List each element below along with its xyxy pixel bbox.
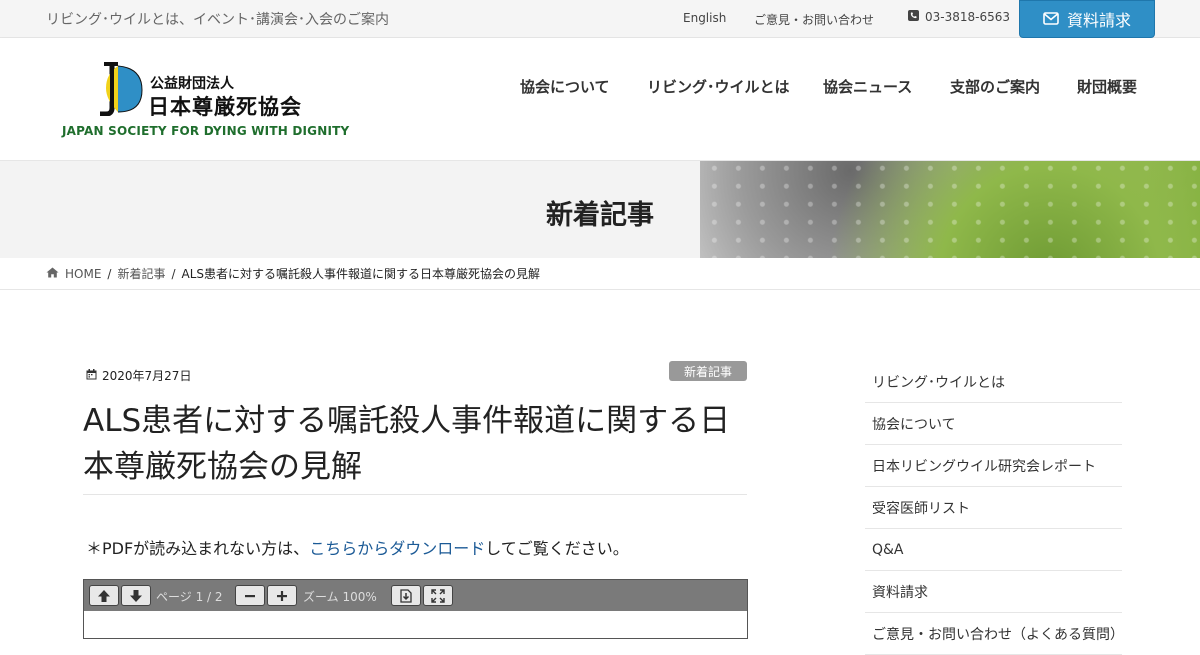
arrow-up-icon (98, 589, 110, 602)
phone-icon (908, 10, 919, 24)
zoom-out-button[interactable] (235, 585, 265, 606)
page-indicator: ページ 1 / 2 (156, 590, 223, 604)
page-hero: 新着記事 (0, 161, 1200, 258)
nav-news[interactable]: 協会ニュース (823, 76, 912, 97)
category-badge[interactable]: 新着記事 (669, 361, 747, 381)
breadcrumb-current: ALS患者に対する嘱託殺人事件報道に関する日本尊厳死協会の見解 (181, 267, 541, 281)
fullscreen-button[interactable] (423, 585, 453, 606)
pdf-toolbar: ページ 1 / 2 ズーム 100% (84, 580, 747, 611)
nav-about[interactable]: 協会について (520, 76, 610, 97)
sidebar-item-doctor-list[interactable]: 受容医師リスト (865, 487, 1122, 529)
logo-name: 日本尊厳死協会 (148, 95, 302, 119)
breadcrumb-separator: / (107, 266, 112, 281)
logo-english-name: JAPAN SOCIETY FOR DYING WITH DIGNITY (62, 124, 350, 138)
request-button-label: 資料請求 (1066, 11, 1131, 30)
sidebar-menu: リビング･ウイルとは 協会について 日本リビングウイル研究会レポート 受容医師リ… (865, 361, 1124, 655)
contact-link[interactable]: ご意見・お問い合わせ (754, 11, 874, 28)
download-button[interactable] (391, 585, 421, 606)
phone-link[interactable]: 03-3818-6563 (908, 10, 1010, 24)
pdf-note-prefix: ＊PDFが読み込まれない方は、 (86, 539, 310, 558)
sidebar-item-contact[interactable]: ご意見・お問い合わせ（よくある質問） (865, 613, 1124, 655)
nav-branches[interactable]: 支部のご案内 (950, 76, 1040, 97)
logo-mark-icon (98, 60, 144, 120)
breadcrumb-home[interactable]: HOME (65, 267, 101, 281)
zoom-in-button[interactable] (267, 585, 297, 606)
article-date-text: 2020年7月27日 (102, 369, 192, 383)
breadcrumb-separator: / (171, 266, 176, 281)
article-title: ALS患者に対する嘱託殺人事件報道に関する日本尊厳死協会の見解 (83, 403, 731, 485)
pdf-note: ＊PDFが読み込まれない方は、こちらからダウンロードしてご覧ください。 (86, 535, 629, 559)
sidebar-item-about[interactable]: 協会について (865, 403, 1122, 445)
english-link[interactable]: English (683, 11, 726, 25)
sidebar-item-request[interactable]: 資料請求 (865, 571, 1122, 613)
home-icon (46, 267, 59, 281)
previous-page-button[interactable] (89, 585, 119, 606)
pdf-download-link[interactable]: こちらからダウンロード (309, 539, 485, 558)
sidebar-item-research-report[interactable]: 日本リビングウイル研究会レポート (865, 445, 1122, 487)
plus-icon (277, 590, 287, 601)
top-bar: リビング･ウイルとは、イベント･講演会･入会のご案内 English ご意見・お… (0, 0, 1200, 38)
nav-living-will[interactable]: リビング･ウイルとは (647, 76, 790, 97)
request-materials-button[interactable]: 資料請求 (1019, 0, 1155, 38)
minus-icon (245, 594, 255, 597)
title-divider (83, 494, 747, 495)
pdf-note-suffix: してご覧ください。 (485, 539, 629, 558)
download-icon (400, 588, 412, 603)
nav-foundation[interactable]: 財団概要 (1077, 76, 1137, 97)
fullscreen-icon (431, 588, 445, 603)
page-title: 新着記事 (546, 200, 654, 231)
site-tagline: リビング･ウイルとは、イベント･講演会･入会のご案内 (46, 12, 389, 28)
sidebar-item-living-will[interactable]: リビング･ウイルとは (865, 361, 1122, 403)
site-logo[interactable]: 公益財団法人 日本尊厳死協会 JAPAN SOCIETY FOR DYING W… (62, 60, 349, 146)
site-header: 公益財団法人 日本尊厳死協会 JAPAN SOCIETY FOR DYING W… (0, 38, 1200, 161)
sidebar-item-qa[interactable]: Q&A (865, 529, 1122, 571)
breadcrumb-category[interactable]: 新着記事 (117, 265, 165, 282)
envelope-icon (1043, 10, 1059, 29)
next-page-button[interactable] (121, 585, 151, 606)
pdf-viewer: ページ 1 / 2 ズーム 100% (83, 579, 748, 639)
phone-number: 03-3818-6563 (925, 10, 1011, 24)
zoom-indicator: ズーム 100% (303, 590, 377, 604)
logo-subtitle: 公益財団法人 (150, 76, 234, 92)
breadcrumb: HOME / 新着記事 / ALS患者に対する嘱託殺人事件報道に関する日本尊厳死… (0, 258, 1200, 290)
calendar-icon (86, 368, 97, 383)
article-date: 2020年7月27日 (86, 367, 191, 384)
arrow-down-icon (130, 589, 142, 602)
